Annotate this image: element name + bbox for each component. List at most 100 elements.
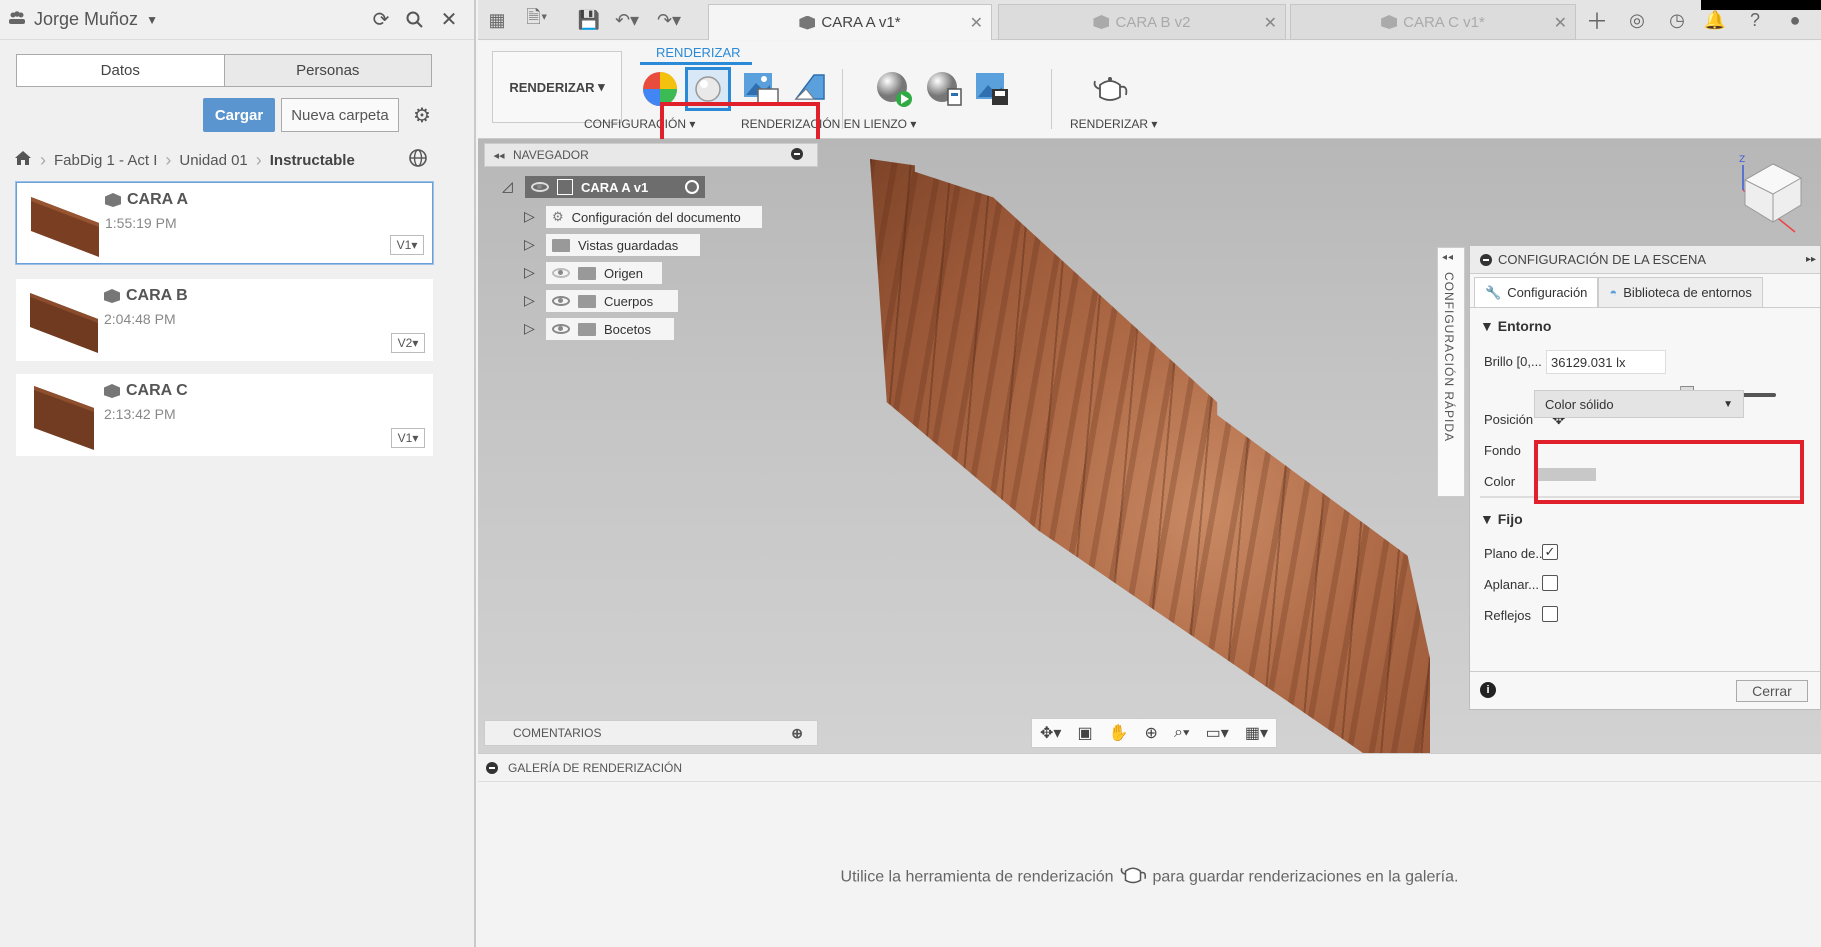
render-gallery-message: Utilice la herramienta de renderización … (478, 862, 1821, 893)
quick-setup-strip[interactable]: ◂◂ CONFIGURACIÓN RÁPIDA (1437, 247, 1465, 497)
capture-image-icon[interactable] (972, 69, 1012, 109)
section-environment-label: Entorno (1497, 318, 1552, 334)
ground-plane-checkbox[interactable]: ✓ (1542, 544, 1558, 560)
section-ground[interactable]: ▼ Fijo (1480, 511, 1523, 527)
wood-panel-model[interactable] (870, 159, 1430, 753)
breadcrumb-separator-icon: › (255, 149, 262, 170)
fit-icon[interactable]: ⌕▾ (1174, 724, 1190, 742)
undo-icon[interactable]: ↶▾ (612, 4, 642, 36)
look-at-icon[interactable]: ▣ (1077, 723, 1092, 743)
start-render-icon[interactable] (874, 69, 914, 109)
orbit-icon[interactable]: ✥▾ (1040, 723, 1061, 743)
browser-item-document-settings[interactable]: ⚙ Configuración del documento (546, 206, 762, 228)
version-dropdown[interactable]: V1 ▾ (391, 428, 425, 448)
globe-icon[interactable] (408, 148, 428, 173)
svg-text:Z: Z (1739, 155, 1745, 165)
info-icon[interactable]: i (1480, 682, 1496, 698)
browser-panel-header: ◂◂ NAVEGADOR (484, 143, 818, 167)
version-dropdown[interactable]: V1 ▾ (390, 235, 424, 255)
component-icon (105, 193, 121, 207)
file-card-cara-c[interactable]: CARA C 2:13:42 PM V1 ▾ (16, 374, 433, 456)
activate-radio-icon[interactable] (685, 180, 699, 194)
folder-icon (552, 238, 570, 252)
version-dropdown[interactable]: V2 ▾ (391, 333, 425, 353)
tab-datos[interactable]: Datos (17, 55, 224, 86)
brightness-input[interactable]: 36129.031 lx (1546, 350, 1666, 374)
expand-arrow-icon[interactable]: ▷ (524, 320, 536, 336)
tab-personas[interactable]: Personas (223, 55, 431, 86)
save-icon[interactable]: 💾 (574, 4, 604, 36)
breadcrumb-project[interactable]: FabDig 1 - Act I (54, 152, 157, 169)
eye-icon[interactable] (531, 182, 549, 192)
expand-arrow-icon[interactable]: ▷ (524, 264, 536, 280)
upload-button[interactable]: Cargar (203, 98, 275, 132)
file-time: 1:55:19 PM (105, 215, 177, 231)
refresh-icon[interactable]: ⟳ (364, 3, 398, 37)
minimize-icon[interactable] (486, 761, 498, 774)
flatten-ground-checkbox[interactable] (1542, 575, 1558, 591)
app-grid-icon[interactable]: ▦ (482, 4, 512, 36)
eye-icon[interactable] (552, 324, 570, 334)
browser-item-sketches[interactable]: Bocetos (546, 318, 674, 340)
grid-settings-icon[interactable]: ▦▾ (1245, 723, 1268, 743)
background-select[interactable]: Color sólido ▼ (1534, 390, 1744, 418)
gear-icon[interactable]: ⚙ (405, 98, 439, 132)
home-icon[interactable] (14, 150, 32, 170)
expand-root-icon[interactable]: ◿ (502, 178, 514, 194)
brightness-label: Brillo [0,... (1484, 354, 1542, 369)
quick-setup-label: CONFIGURACIÓN RÁPIDA (1442, 272, 1456, 443)
tab-cara-c[interactable]: CARA C v1* ✕ (1290, 4, 1576, 40)
tab-environment-library[interactable]: ◓ Biblioteca de entornos (1598, 277, 1763, 307)
breadcrumb-folder[interactable]: Unidad 01 (179, 152, 247, 169)
workspace-tab-label[interactable]: RENDERIZAR (656, 45, 741, 60)
browser-root[interactable]: CARA A v1 (525, 176, 705, 198)
file-card-cara-a[interactable]: CARA A 1:55:19 PM V1 ▾ (16, 182, 433, 264)
tab-cara-a[interactable]: CARA A v1* ✕ (708, 4, 992, 40)
display-settings-icon[interactable]: ▭▾ (1206, 723, 1229, 743)
tab-label: Biblioteca de entornos (1623, 285, 1752, 300)
expand-icon[interactable]: ▸▸ (1806, 254, 1816, 265)
browser-item-bodies[interactable]: Cuerpos (546, 290, 678, 312)
user-menu[interactable]: Jorge Muñoz ▼ (8, 9, 158, 30)
close-tab-icon[interactable]: ✕ (970, 13, 983, 33)
render-group-label[interactable]: RENDERIZAR ▾ (1070, 117, 1157, 131)
minimize-icon[interactable] (1480, 253, 1492, 266)
add-comment-icon[interactable]: ⊕ (791, 725, 803, 742)
new-tab-icon[interactable]: ＋ (1582, 4, 1612, 36)
collapse-icon[interactable]: ◂◂ (1442, 252, 1454, 263)
tab-configuracion[interactable]: 🔧 Configuración (1474, 277, 1599, 307)
tab-cara-b[interactable]: CARA B v2 ✕ (998, 4, 1286, 40)
expand-arrow-icon[interactable]: ▷ (524, 236, 536, 252)
zoom-icon[interactable]: ⊕ (1145, 723, 1158, 743)
expand-arrow-icon[interactable]: ▷ (524, 292, 536, 308)
eye-hidden-icon[interactable] (552, 268, 570, 278)
extensions-icon[interactable]: ◎ (1622, 4, 1652, 36)
close-tab-icon[interactable]: ✕ (1264, 13, 1277, 33)
render-teapot-icon[interactable] (1090, 69, 1130, 109)
expand-arrow-icon[interactable]: ▷ (524, 208, 536, 224)
close-icon[interactable]: ✕ (432, 3, 466, 37)
canvas-render-settings-icon[interactable] (924, 69, 964, 109)
workspace-switcher[interactable]: RENDERIZAR ▾ (492, 51, 622, 123)
file-menu-icon[interactable]: 🗎▾ (522, 4, 552, 36)
browser-item-origin[interactable]: Origen (546, 262, 662, 284)
file-card-cara-b[interactable]: CARA B 2:04:48 PM V2 ▾ (16, 279, 433, 361)
component-icon (104, 384, 120, 398)
pan-icon[interactable]: ✋ (1109, 723, 1129, 743)
new-folder-button[interactable]: Nueva carpeta (281, 98, 399, 132)
component-icon (1093, 15, 1110, 29)
eye-icon[interactable] (552, 296, 570, 306)
redo-icon[interactable]: ↷▾ (654, 4, 684, 36)
close-button[interactable]: Cerrar (1736, 680, 1808, 702)
close-tab-icon[interactable]: ✕ (1554, 13, 1567, 33)
file-name-text: CARA B (126, 287, 188, 304)
comments-panel-header[interactable]: COMENTARIOS ⊕ (484, 720, 818, 746)
browser-item-saved-views[interactable]: Vistas guardadas (546, 234, 700, 256)
collapse-icon[interactable]: ◂◂ (485, 149, 513, 162)
section-environment[interactable]: ▼ Entorno (1480, 318, 1551, 334)
reflections-checkbox[interactable] (1542, 606, 1558, 622)
minimize-icon[interactable] (791, 147, 803, 163)
viewcube-icon[interactable]: Z (1735, 150, 1805, 235)
job-status-icon[interactable]: ◷ (1662, 4, 1692, 36)
search-icon[interactable] (398, 3, 432, 37)
